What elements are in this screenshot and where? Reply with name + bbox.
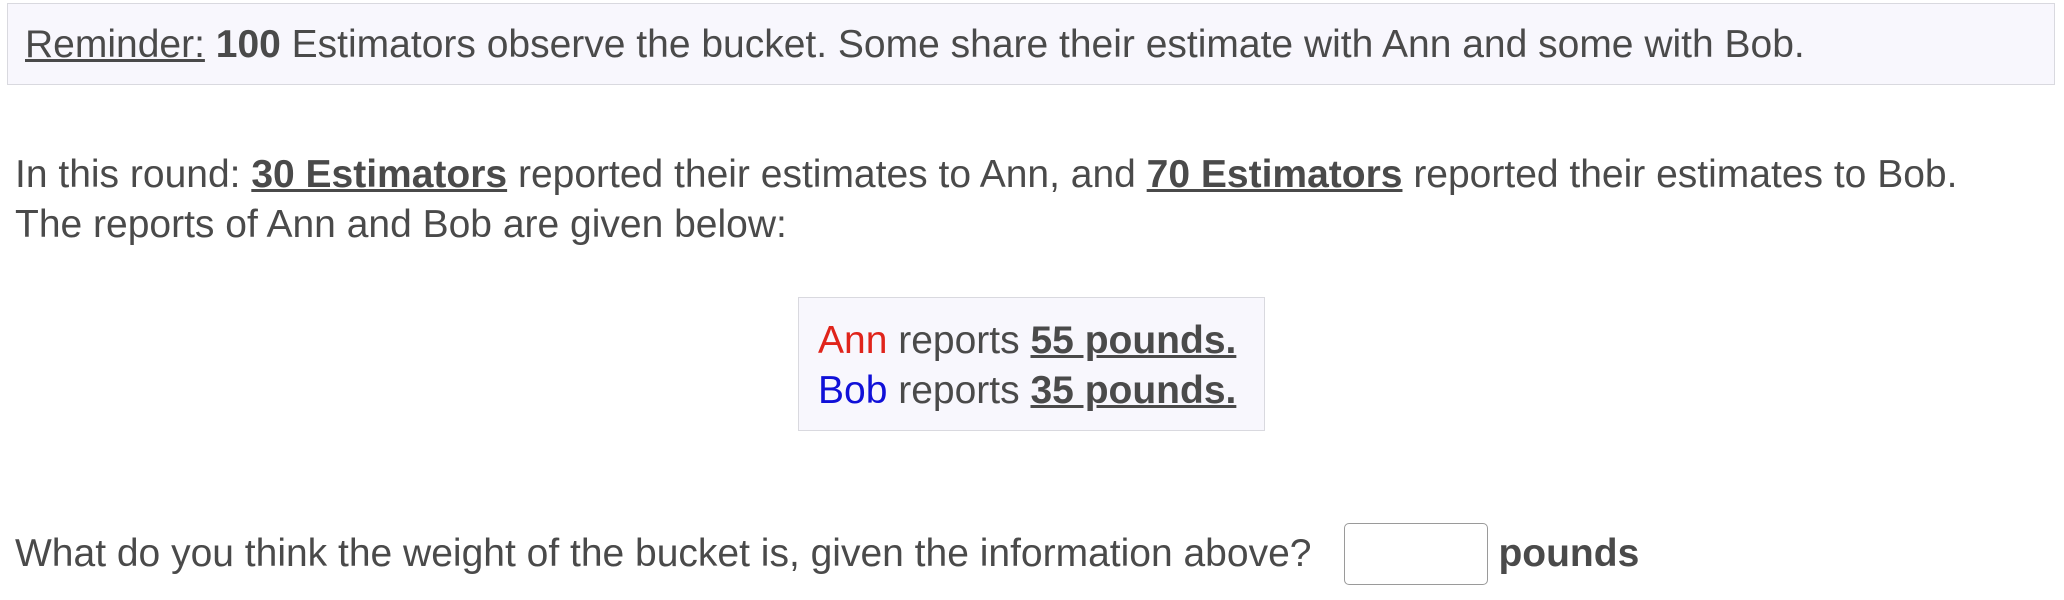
reminder-text: Estimators observe the bucket. Some shar… bbox=[291, 23, 1805, 66]
round-mid-text: reported their estimates to Ann, and bbox=[517, 153, 1136, 196]
estimator-total: 100 bbox=[215, 23, 281, 66]
unit-label: pounds bbox=[1498, 532, 1640, 575]
reminder-banner: Reminder: 100 Estimators observe the buc… bbox=[7, 3, 2055, 85]
ann-estimator-count: 30 Estimators bbox=[251, 153, 508, 196]
round-end-text: reported their estimates to Bob. bbox=[1413, 153, 1958, 196]
question-text: What do you think the weight of the buck… bbox=[15, 532, 1312, 575]
reports-panel: Ann reports 55 pounds. Bob reports 35 po… bbox=[798, 297, 1265, 431]
ann-report-value: 55 pounds. bbox=[1030, 319, 1237, 362]
round-description: In this round: 30 Estimators reported th… bbox=[15, 150, 1957, 250]
round-line-1: In this round: 30 Estimators reported th… bbox=[15, 150, 1957, 200]
bob-estimator-count: 70 Estimators bbox=[1146, 153, 1403, 196]
reminder-label: Reminder: bbox=[25, 23, 205, 66]
ann-name: Ann bbox=[818, 319, 888, 362]
round-line-2: The reports of Ann and Bob are given bel… bbox=[15, 203, 787, 246]
weight-question: What do you think the weight of the buck… bbox=[15, 522, 1639, 586]
ann-report: Ann reports 55 pounds. bbox=[818, 316, 1264, 366]
weight-input[interactable] bbox=[1344, 523, 1489, 585]
bob-report-verb: reports bbox=[898, 369, 1020, 412]
ann-report-verb: reports bbox=[898, 319, 1020, 362]
bob-report: Bob reports 35 pounds. bbox=[818, 366, 1264, 416]
bob-name: Bob bbox=[818, 369, 888, 412]
bob-report-value: 35 pounds. bbox=[1030, 369, 1237, 412]
round-intro: In this round: bbox=[15, 153, 241, 196]
